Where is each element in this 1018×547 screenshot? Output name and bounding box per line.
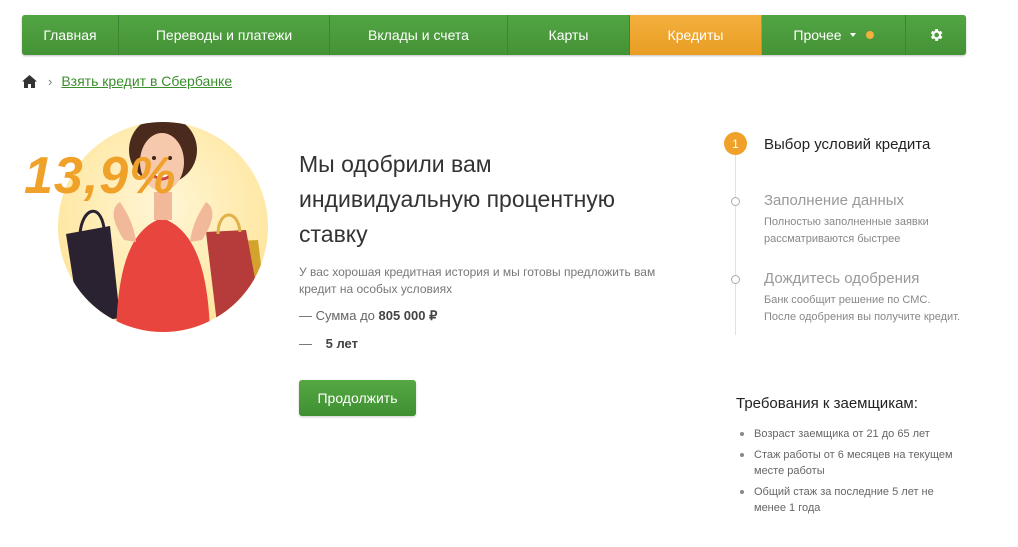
notification-dot xyxy=(865,31,874,39)
offer-amount-value: 805 000 ₽ xyxy=(378,308,438,323)
offer-headline: Мы одобрили вам индивидуальную процентну… xyxy=(299,151,616,247)
nav-item-label: Кредиты xyxy=(667,27,724,43)
nav-item-cards[interactable]: Карты xyxy=(508,15,630,55)
offer-term-value: 5 лет xyxy=(325,336,358,351)
nav-item-other[interactable]: Прочее xyxy=(762,15,906,55)
nav-item-transfers[interactable]: Переводы и платежи xyxy=(119,15,330,55)
step-title: Заполнение данных xyxy=(764,192,905,209)
settings-button[interactable] xyxy=(906,15,966,55)
offer-term-prefix: — xyxy=(299,336,316,351)
gear-icon xyxy=(930,29,943,41)
breadcrumb-link[interactable]: Взять кредит в Сбербанке xyxy=(61,73,232,89)
nav-item-deposits[interactable]: Вклады и счета xyxy=(330,15,508,55)
nav-item-label: Карты xyxy=(548,27,589,43)
step-dot xyxy=(731,275,740,284)
breadcrumb: › Взять кредит в Сбербанке xyxy=(22,72,232,90)
breadcrumb-separator: › xyxy=(48,73,53,89)
step-subtitle: Банк сообщит решение по СМС. После одобр… xyxy=(764,294,961,323)
nav-item-label: Главная xyxy=(43,27,97,43)
home-icon[interactable] xyxy=(22,74,37,88)
chevron-down-icon xyxy=(849,33,856,37)
nav-item-label: Переводы и платежи xyxy=(155,27,293,43)
nav-item-label: Вклады и счета xyxy=(368,27,469,43)
continue-button[interactable]: Продолжить xyxy=(299,380,416,416)
nav-item-home[interactable]: Главная xyxy=(22,15,119,55)
offer-term: — 5 лет xyxy=(299,336,358,351)
list-item: Общий стаж за последние 5 лет не менее 1… xyxy=(736,484,966,516)
step-title: Дождитесь одобрения xyxy=(764,270,920,287)
steps-line xyxy=(735,155,736,335)
list-item: Возраст заемщика от 21 до 65 лет xyxy=(736,426,966,442)
list-item: Стаж работы от 6 месяцев на текущем мест… xyxy=(736,447,966,479)
main-nav: Главная Переводы и платежи Вклады и счет… xyxy=(22,15,966,55)
offer-amount: — Сумма до 805 000 ₽ xyxy=(299,308,437,324)
nav-item-credits[interactable]: Кредиты xyxy=(630,15,762,55)
offer-description: У вас хорошая кредитная история и мы гот… xyxy=(299,265,656,296)
requirements-title: Требования к заемщикам: xyxy=(736,395,918,412)
requirements-list: Возраст заемщика от 21 до 65 лет Стаж ра… xyxy=(736,426,966,521)
nav-item-label: Прочее xyxy=(793,27,842,43)
interest-rate: 13,9% xyxy=(24,147,177,205)
offer-amount-prefix: — Сумма до xyxy=(299,308,379,323)
step-subtitle: Полностью заполненные заявки рассматрива… xyxy=(764,216,929,245)
step-number: 1 xyxy=(724,132,747,155)
step-title-current: Выбор условий кредита xyxy=(764,136,931,153)
step-dot xyxy=(731,197,740,206)
